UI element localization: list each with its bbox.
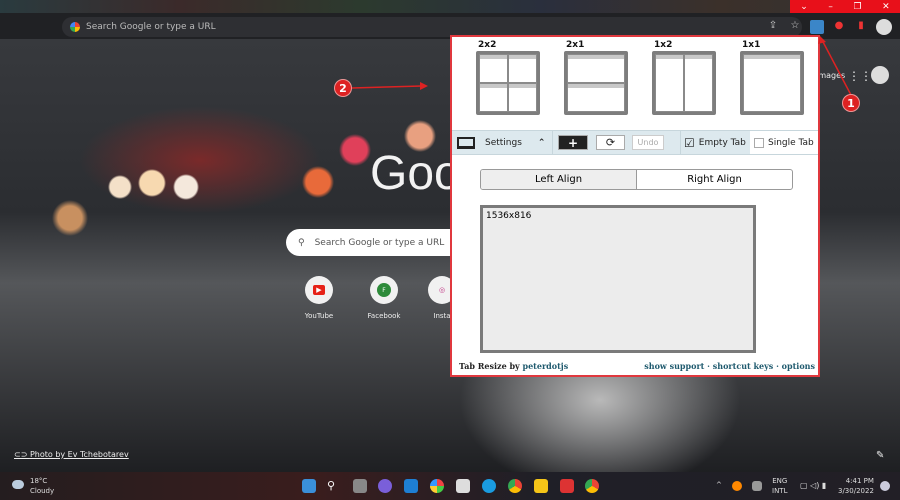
chrome-canary-icon[interactable]: [585, 479, 599, 493]
language-indicator[interactable]: ENG INTL: [772, 476, 787, 496]
cloud-icon: [12, 480, 24, 489]
arrowhead-2: [420, 82, 428, 90]
search-icon[interactable]: ⚲: [327, 479, 341, 493]
clock[interactable]: 4:41 PM 3/30/2022: [838, 476, 874, 496]
annotation-badge-2: 2: [334, 79, 352, 97]
chat-icon[interactable]: [378, 479, 392, 493]
task-view-icon[interactable]: [353, 479, 367, 493]
annotation-badge-1: 1: [842, 94, 860, 112]
chrome-icon[interactable]: [508, 479, 522, 493]
time: 4:41 PM: [845, 477, 874, 485]
network-volume-battery-icons[interactable]: ▢ ◁) ▮: [800, 481, 826, 490]
weather-widget[interactable]: 18°C Cloudy: [30, 476, 54, 496]
app-icon[interactable]: [560, 479, 574, 493]
edge-icon[interactable]: [482, 479, 496, 493]
notification-icon[interactable]: [880, 481, 890, 491]
arrowhead-1: [818, 36, 826, 44]
tray-display-icon[interactable]: [752, 481, 762, 491]
taskbar: 18°C Cloudy ⚲ ^ ENG INTL ▢ ◁) ▮ 4:41 PM 3/3…: [0, 472, 900, 500]
chevron-up-icon[interactable]: ^: [716, 481, 722, 489]
tray-app-icon[interactable]: [732, 481, 742, 491]
date: 3/30/2022: [838, 487, 874, 495]
weather-text: Cloudy: [30, 487, 55, 495]
start-icon[interactable]: [302, 479, 316, 493]
notepad-icon[interactable]: [456, 479, 470, 493]
annotation-arrows: [351, 36, 852, 96]
file-explorer-icon[interactable]: [534, 479, 548, 493]
arrow-2: [351, 85, 423, 89]
mail-icon[interactable]: [404, 479, 418, 493]
arrow-1: [821, 39, 852, 96]
keyboard-layout: INTL: [772, 487, 788, 495]
lang: ENG: [772, 477, 788, 485]
temperature: 18°C: [30, 477, 48, 485]
slack-icon[interactable]: [430, 479, 444, 493]
